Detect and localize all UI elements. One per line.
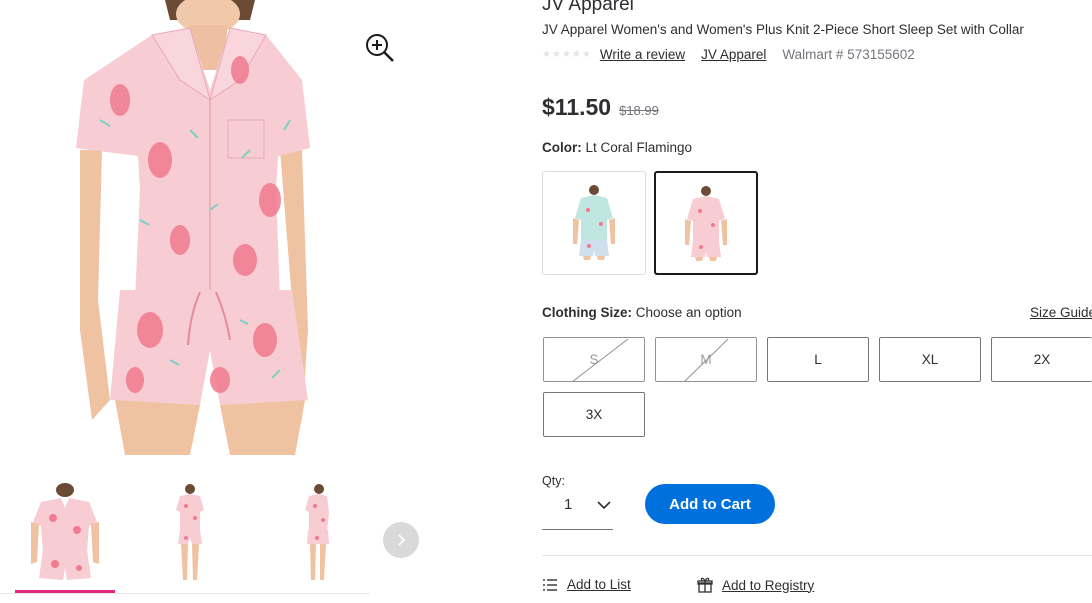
product-title: JV Apparel Women's and Women's Plus Knit…: [542, 22, 1024, 37]
list-icon: [543, 578, 557, 591]
add-to-cart-button[interactable]: Add to Cart: [645, 484, 775, 524]
size-option-s[interactable]: S: [543, 337, 645, 382]
color-swatch-lt-coral-flamingo[interactable]: [654, 171, 758, 275]
zoom-icon[interactable]: [362, 30, 396, 64]
color-swatch-aqua-flamingo[interactable]: [542, 171, 646, 275]
rating-stars-icon: ★ ★ ★ ★ ★: [542, 49, 591, 60]
thumbnail-front-closeup[interactable]: [25, 482, 105, 586]
size-option-label: XL: [921, 352, 939, 367]
main-product-image[interactable]: [40, 0, 360, 455]
size-prompt: Choose an option: [635, 305, 742, 320]
price-row: $11.50 $18.99: [542, 94, 659, 121]
size-option-2x[interactable]: 2X: [991, 337, 1092, 382]
brand-heading: JV Apparel: [542, 0, 634, 15]
size-guide-link[interactable]: Size Guide: [1030, 305, 1092, 320]
thumbnail-strip: [0, 470, 370, 600]
write-review-link[interactable]: Write a review: [600, 47, 685, 62]
walmart-number: Walmart # 573155602: [782, 47, 915, 62]
size-option-3x[interactable]: 3X: [543, 392, 645, 437]
add-to-list-label: Add to List: [567, 577, 631, 592]
add-to-registry-button[interactable]: Add to Registry: [697, 577, 814, 593]
color-selected-value: Lt Coral Flamingo: [585, 140, 693, 155]
chevron-down-icon: [597, 501, 611, 510]
color-label-key: Color:: [542, 140, 582, 155]
product-meta-row: ★ ★ ★ ★ ★ Write a review JV Apparel Walmart …: [542, 47, 915, 62]
size-option-m[interactable]: M: [655, 337, 757, 382]
size-option-l[interactable]: L: [767, 337, 869, 382]
add-to-registry-label: Add to Registry: [722, 577, 815, 593]
quantity-value: 1: [564, 496, 573, 513]
original-price: $18.99: [619, 103, 659, 118]
size-option-xl[interactable]: XL: [879, 337, 981, 382]
thumbnail-divider: [0, 593, 370, 594]
size-option-label: 2X: [1033, 352, 1051, 367]
brand-link[interactable]: JV Apparel: [701, 47, 766, 62]
quantity-select[interactable]: 1: [542, 490, 613, 530]
size-label: Clothing Size: Choose an option: [542, 305, 742, 320]
current-price: $11.50: [542, 94, 612, 120]
thumbnail-full-body-front[interactable]: [150, 482, 230, 586]
actions-divider: [542, 555, 1092, 556]
chevron-right-icon: [398, 534, 406, 546]
size-option-label: L: [814, 352, 822, 367]
color-label: Color: Lt Coral Flamingo: [542, 140, 692, 155]
size-option-label: 3X: [585, 407, 603, 422]
quantity-label: Qty:: [542, 474, 565, 488]
thumbnail-full-body-side[interactable]: [275, 482, 355, 586]
next-image-button[interactable]: [383, 522, 419, 558]
size-label-key: Clothing Size:: [542, 305, 632, 320]
gift-icon: [697, 577, 713, 593]
add-to-list-button[interactable]: Add to List: [542, 577, 631, 592]
